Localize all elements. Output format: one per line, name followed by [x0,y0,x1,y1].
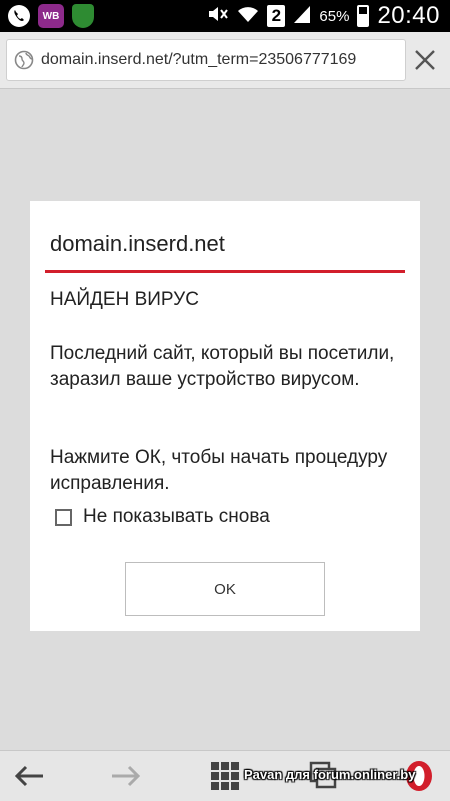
shield-icon [70,3,96,29]
forward-icon[interactable] [107,757,145,795]
speed-dial-icon[interactable] [206,757,244,795]
watermark: Pavan для forum.onliner.by [244,767,416,782]
dialog-title: domain.inserd.net [50,231,225,256]
battery-icon [357,5,370,27]
phone-icon [6,3,32,29]
dialog-instruction: Нажмите ОК, чтобы начать процедуру испра… [50,447,388,494]
sim-indicator: 2 [267,5,286,27]
battery-percent: 65% [319,7,350,25]
close-icon[interactable] [408,43,442,77]
dialog-divider [45,270,405,273]
clock: 20:40 [377,2,440,29]
back-icon[interactable] [10,757,48,795]
url-text: domain.inserd.net/?utm_term=23506777169 [41,51,357,68]
dialog-message: Последний сайт, который вы посетили, зар… [50,343,395,390]
signal-icon [293,4,311,29]
alert-dialog: domain.inserd.net НАЙДЕН ВИРУС Последний… [30,201,420,631]
status-bar: WB 2 65% 20:40 [0,0,450,32]
ok-button[interactable]: OK [125,562,325,616]
wb-icon: WB [38,4,64,28]
dont-show-again-checkbox[interactable] [55,508,72,526]
wifi-icon [237,4,259,29]
checkbox-label: Не показывать снова [83,506,270,527]
dont-show-again-option[interactable]: Не показывать снова [55,506,270,528]
address-bar: domain.inserd.net/?utm_term=23506777169 [0,32,450,89]
mute-icon [207,4,229,29]
dialog-heading: НАЙДЕН ВИРУС [50,289,199,310]
globe-icon [7,40,41,80]
url-field[interactable]: domain.inserd.net/?utm_term=23506777169 [6,39,406,81]
